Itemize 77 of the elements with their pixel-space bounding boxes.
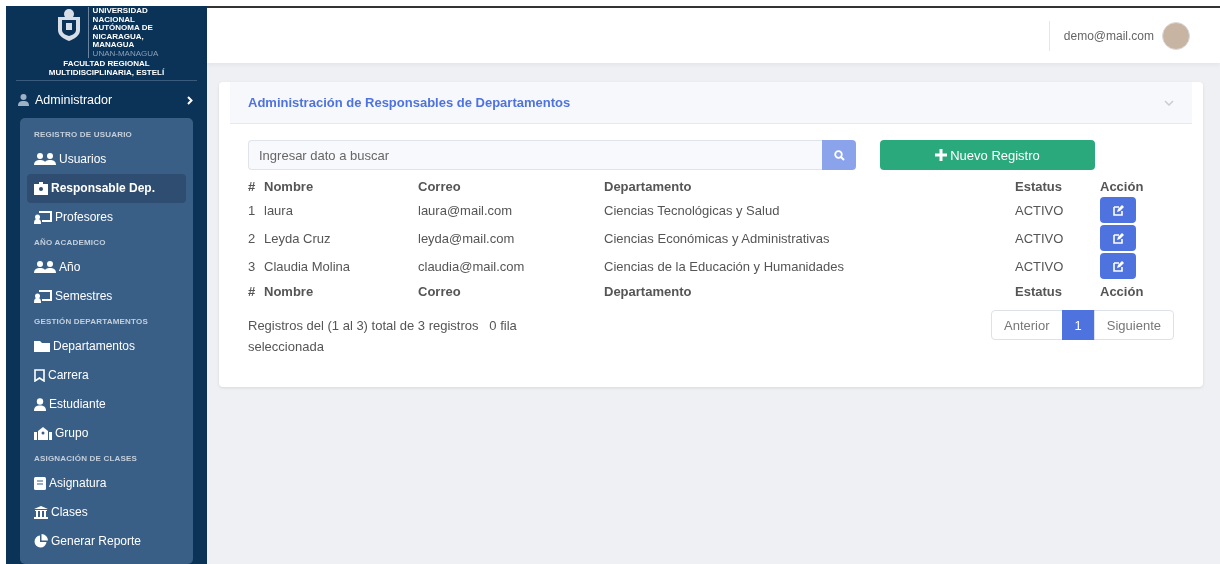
presentation-icon <box>34 210 52 224</box>
card-title: Administración de Responsables de Departamentos <box>248 95 571 110</box>
book-icon <box>34 476 46 490</box>
table-cell: Ciencias Económicas y Administrativas <box>604 224 1015 252</box>
column-header: Acción <box>1100 177 1145 196</box>
nav-section-heading: REGISTRO DE USUARIO <box>33 129 134 141</box>
edit-icon <box>1112 204 1124 216</box>
university-name-line: NICARAGUA, <box>92 32 145 41</box>
faculty-name: FACULTAD REGIONAL MULTIDISCIPLINARIA, ESTELÍ <box>16 59 197 81</box>
column-header: Correo <box>418 280 604 302</box>
table-cell: Ciencias de la Educación y Humanidades <box>604 252 1015 280</box>
nav-section-heading: ASIGNACIÓN DE CLASES <box>33 453 139 465</box>
bookmark-icon <box>34 368 45 382</box>
table-cell: Ciencias Tecnológicas y Salud <box>604 196 1015 224</box>
column-header: Acción <box>1100 282 1145 301</box>
column-header: # <box>248 176 264 196</box>
nav-item[interactable]: Grupo <box>27 419 186 448</box>
table-cell: laura <box>264 196 418 224</box>
pie-chart-icon <box>34 534 48 548</box>
column-header: Nombre <box>264 280 418 302</box>
users-icon <box>34 261 56 273</box>
pagination-button[interactable]: Anterior <box>991 310 1063 340</box>
table-cell-text: 2 <box>248 229 257 248</box>
edit-button[interactable] <box>1100 197 1136 223</box>
nav-item[interactable]: Semestres <box>27 282 186 311</box>
table-cell: ACTIVO <box>1015 224 1100 252</box>
column-header: Departamento <box>604 280 1015 302</box>
column-header: Nombre <box>264 176 418 196</box>
table-cell: Leyda Cruz <box>264 224 418 252</box>
column-header: Correo <box>418 176 604 196</box>
table-cell: 3 <box>248 252 264 280</box>
bank-icon <box>34 505 48 519</box>
plus-icon <box>935 149 948 161</box>
user-email: demo@mail.com <box>1048 20 1162 51</box>
nav-item[interactable]: Generar Reporte <box>27 527 186 556</box>
user-icon <box>18 94 29 106</box>
nav-item[interactable]: Año <box>27 253 186 282</box>
nav-item[interactable]: Departamentos <box>27 332 186 361</box>
edit-icon <box>1112 260 1124 272</box>
table-cell: ACTIVO <box>1015 196 1100 224</box>
school-icon <box>34 426 52 440</box>
search-icon <box>833 149 845 161</box>
nav-item[interactable]: Carrera <box>27 361 186 390</box>
search-button[interactable] <box>822 140 856 170</box>
university-tagline: UNAN-MANAGUA <box>92 49 159 58</box>
search-field[interactable]: Ingresar dato a buscar <box>248 140 822 170</box>
nav-item[interactable]: Asignatura <box>27 469 186 498</box>
table-cell: 1 <box>248 196 264 224</box>
column-header: Estatus <box>1015 176 1100 196</box>
pagination-button[interactable]: 1 <box>1061 310 1095 340</box>
nav-item[interactable]: Clases <box>27 498 186 527</box>
university-name-line: UNIVERSIDAD <box>92 7 149 16</box>
admin-menu[interactable]: Administrador <box>6 81 207 118</box>
edit-icon <box>1112 232 1124 244</box>
column-header: # <box>248 280 264 302</box>
table-cell: laura@mail.com <box>418 196 604 224</box>
table-cell: ACTIVO <box>1015 252 1100 280</box>
nav-section-heading: AÑO ACADEMICO <box>33 237 107 249</box>
nav-item[interactable]: Profesores <box>27 203 186 232</box>
nav-item[interactable]: Estudiante <box>27 390 186 419</box>
presentation-icon <box>34 289 52 303</box>
nav-item[interactable]: Responsable Dep. <box>27 174 186 203</box>
edit-button[interactable] <box>1100 253 1136 279</box>
nav-item[interactable]: Usuarios <box>27 145 186 174</box>
table-cell: Claudia Molina <box>264 252 418 280</box>
university-name-line: MANAGUA <box>92 41 135 50</box>
nav-section-heading: GESTIÓN DEPARTAMENTOS <box>33 316 149 328</box>
folder-icon <box>34 340 50 352</box>
table-info-text: Registros del (1 al 3) total de 3 registros 0 fila seleccionada <box>248 317 518 356</box>
university-name-line: NACIONAL <box>92 15 135 24</box>
edit-button[interactable] <box>1100 225 1136 251</box>
users-icon <box>34 153 56 165</box>
table-cell: leyda@mail.com <box>418 224 604 252</box>
column-header: Estatus <box>1015 280 1100 302</box>
table-cell: claudia@mail.com <box>418 252 604 280</box>
pagination-button[interactable]: Siguiente <box>1093 310 1174 340</box>
column-header: Departamento <box>604 176 1015 196</box>
